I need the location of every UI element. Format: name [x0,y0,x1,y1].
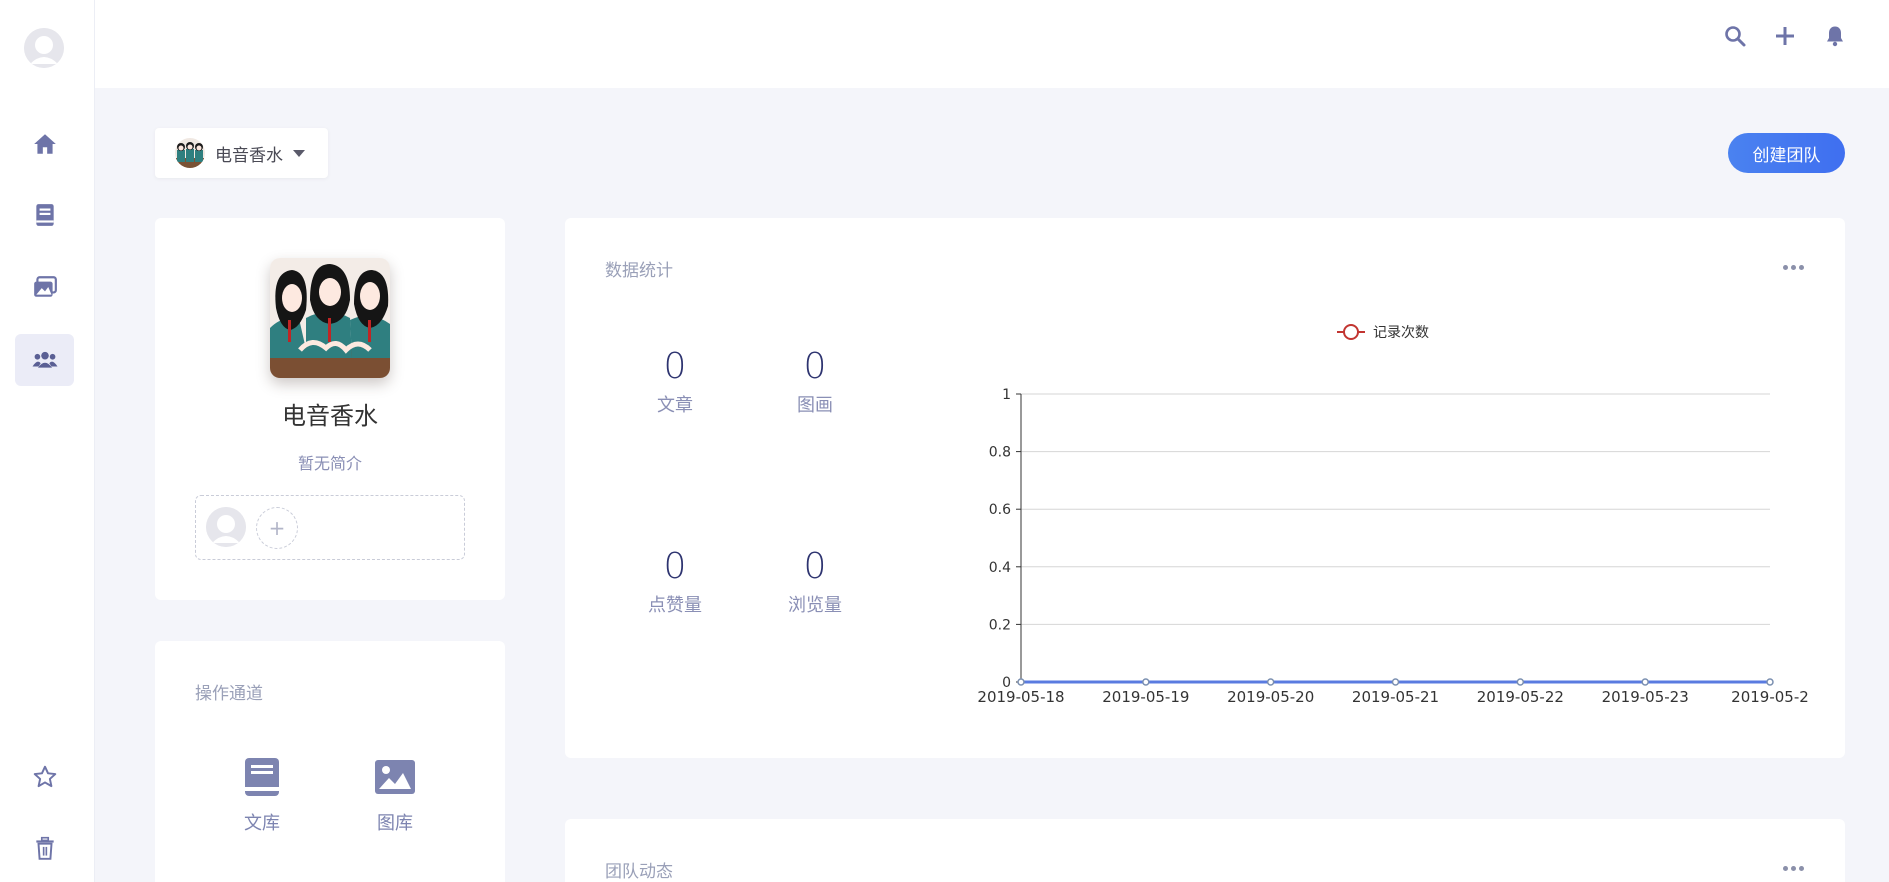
trash-icon [35,836,54,860]
search-icon [1725,26,1746,47]
y-tick-label: 0.2 [989,617,1011,633]
plus-icon [1776,27,1794,45]
book-icon [35,204,54,226]
operations-title: 操作通道 [195,684,263,704]
team-selector[interactable]: 电音香水 [155,128,328,178]
activity-title: 团队动态 [605,862,673,882]
operations-card: 操作通道 文库 图库 [155,641,505,882]
data-point [1142,678,1150,686]
team-icon [32,351,57,368]
data-point [1266,678,1275,686]
chevron-down-icon [293,149,305,157]
op-gallery[interactable]: 图库 [355,757,435,835]
member-avatar[interactable] [206,507,246,547]
op-library-label: 文库 [244,813,280,834]
x-tick-label: 2019-05-20 [1227,688,1314,706]
sidebar-item-trash[interactable] [15,822,74,874]
add-button[interactable] [1771,22,1799,50]
add-member-button[interactable]: + [256,507,298,549]
activity-more-icon[interactable] [1783,863,1807,873]
team-avatar [270,258,390,378]
sidebar-item-home[interactable] [15,118,74,170]
legend-marker [1343,324,1359,340]
y-tick-label: 0.8 [989,445,1011,461]
stats-card: 数据统计 0 文章 0 图画 0 点赞量 0 浏览量 记录次数 0 0.2 0.4 0.… [565,218,1845,758]
images-icon [33,276,57,297]
top-bar [95,0,1889,88]
search-button[interactable] [1721,22,1749,50]
team-description: 暂无简介 [297,454,362,473]
home-icon [33,134,56,154]
image-icon [375,760,415,794]
x-tick-label: 2019-05-22 [1477,688,1564,706]
data-point [1391,678,1400,686]
team-profile-card: 电音香水 暂无简介 + [155,218,505,600]
sidebar [0,0,95,882]
legend-label: 记录次数 [1373,325,1429,341]
sidebar-item-team[interactable] [15,334,74,386]
team-selector-name: 电音香水 [215,145,283,166]
book-icon [245,758,279,796]
op-library[interactable]: 文库 [222,757,302,835]
sidebar-item-library[interactable] [15,189,74,241]
data-point [1516,678,1525,686]
y-tick-label: 1 [1002,387,1011,403]
user-avatar[interactable] [24,28,64,68]
star-icon [33,765,56,788]
members-list: + [195,495,465,560]
data-point [1766,678,1774,686]
activity-card: 团队动态 [565,819,1845,882]
y-tick-label: 0.6 [989,502,1011,518]
data-point [1017,678,1025,686]
x-tick-label: 2019-05-21 [1352,688,1439,706]
sidebar-item-gallery[interactable] [15,261,74,313]
data-point [1641,678,1649,686]
x-tick-label: 2019-05-18 [977,688,1064,706]
bell-icon [1827,26,1843,47]
op-gallery-label: 图库 [377,813,413,834]
team-name: 电音香水 [282,402,378,430]
x-tick-label: 2019-05-2 [1731,688,1809,706]
y-tick-label: 0.4 [989,560,1011,576]
notifications-button[interactable] [1821,22,1849,50]
team-thumbnail [175,138,205,168]
x-tick-label: 2019-05-19 [1102,688,1189,706]
x-tick-label: 2019-05-23 [1602,688,1689,706]
sidebar-item-favorites[interactable] [15,751,74,803]
create-team-button[interactable]: 创建团队 [1728,133,1845,173]
records-line-chart: 记录次数00.20.40.60.812019-05-18 2019-05-19 20… [977,324,1809,706]
